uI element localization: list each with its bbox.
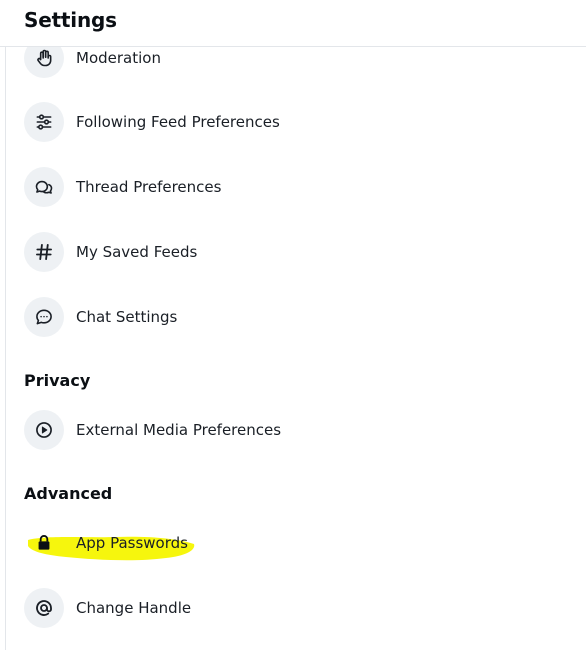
chat-bubbles-icon [24, 167, 64, 207]
section-title-privacy: Privacy [24, 371, 91, 390]
settings-item-label: Chat Settings [76, 308, 178, 326]
settings-item-label: App Passwords [76, 534, 188, 552]
settings-item-change-handle[interactable]: Change Handle [24, 588, 564, 628]
at-icon [24, 588, 64, 628]
settings-item-label: Thread Preferences [76, 178, 222, 196]
settings-item-chat-settings[interactable]: Chat Settings [24, 297, 564, 337]
hashtag-icon [24, 232, 64, 272]
settings-item-app-passwords[interactable]: App Passwords [24, 523, 564, 563]
settings-item-my-saved-feeds[interactable]: My Saved Feeds [24, 232, 564, 272]
left-border [5, 46, 6, 650]
section-title-advanced: Advanced [24, 484, 113, 503]
settings-header: Settings [0, 0, 586, 47]
settings-item-external-media-preferences[interactable]: External Media Preferences [24, 410, 564, 450]
settings-page: Settings Moderation Following Feed Prefe… [0, 0, 586, 650]
lock-icon [24, 523, 64, 563]
settings-item-label: Change Handle [76, 599, 192, 617]
settings-item-following-feed-preferences[interactable]: Following Feed Preferences [24, 102, 564, 142]
settings-item-label: External Media Preferences [76, 421, 282, 439]
sliders-icon [24, 102, 64, 142]
settings-item-label: My Saved Feeds [76, 243, 198, 261]
page-title: Settings [24, 8, 117, 32]
settings-item-thread-preferences[interactable]: Thread Preferences [24, 167, 564, 207]
settings-item-label: Following Feed Preferences [76, 113, 280, 131]
play-icon [24, 410, 64, 450]
settings-item-label: Moderation [76, 49, 161, 67]
message-icon [24, 297, 64, 337]
